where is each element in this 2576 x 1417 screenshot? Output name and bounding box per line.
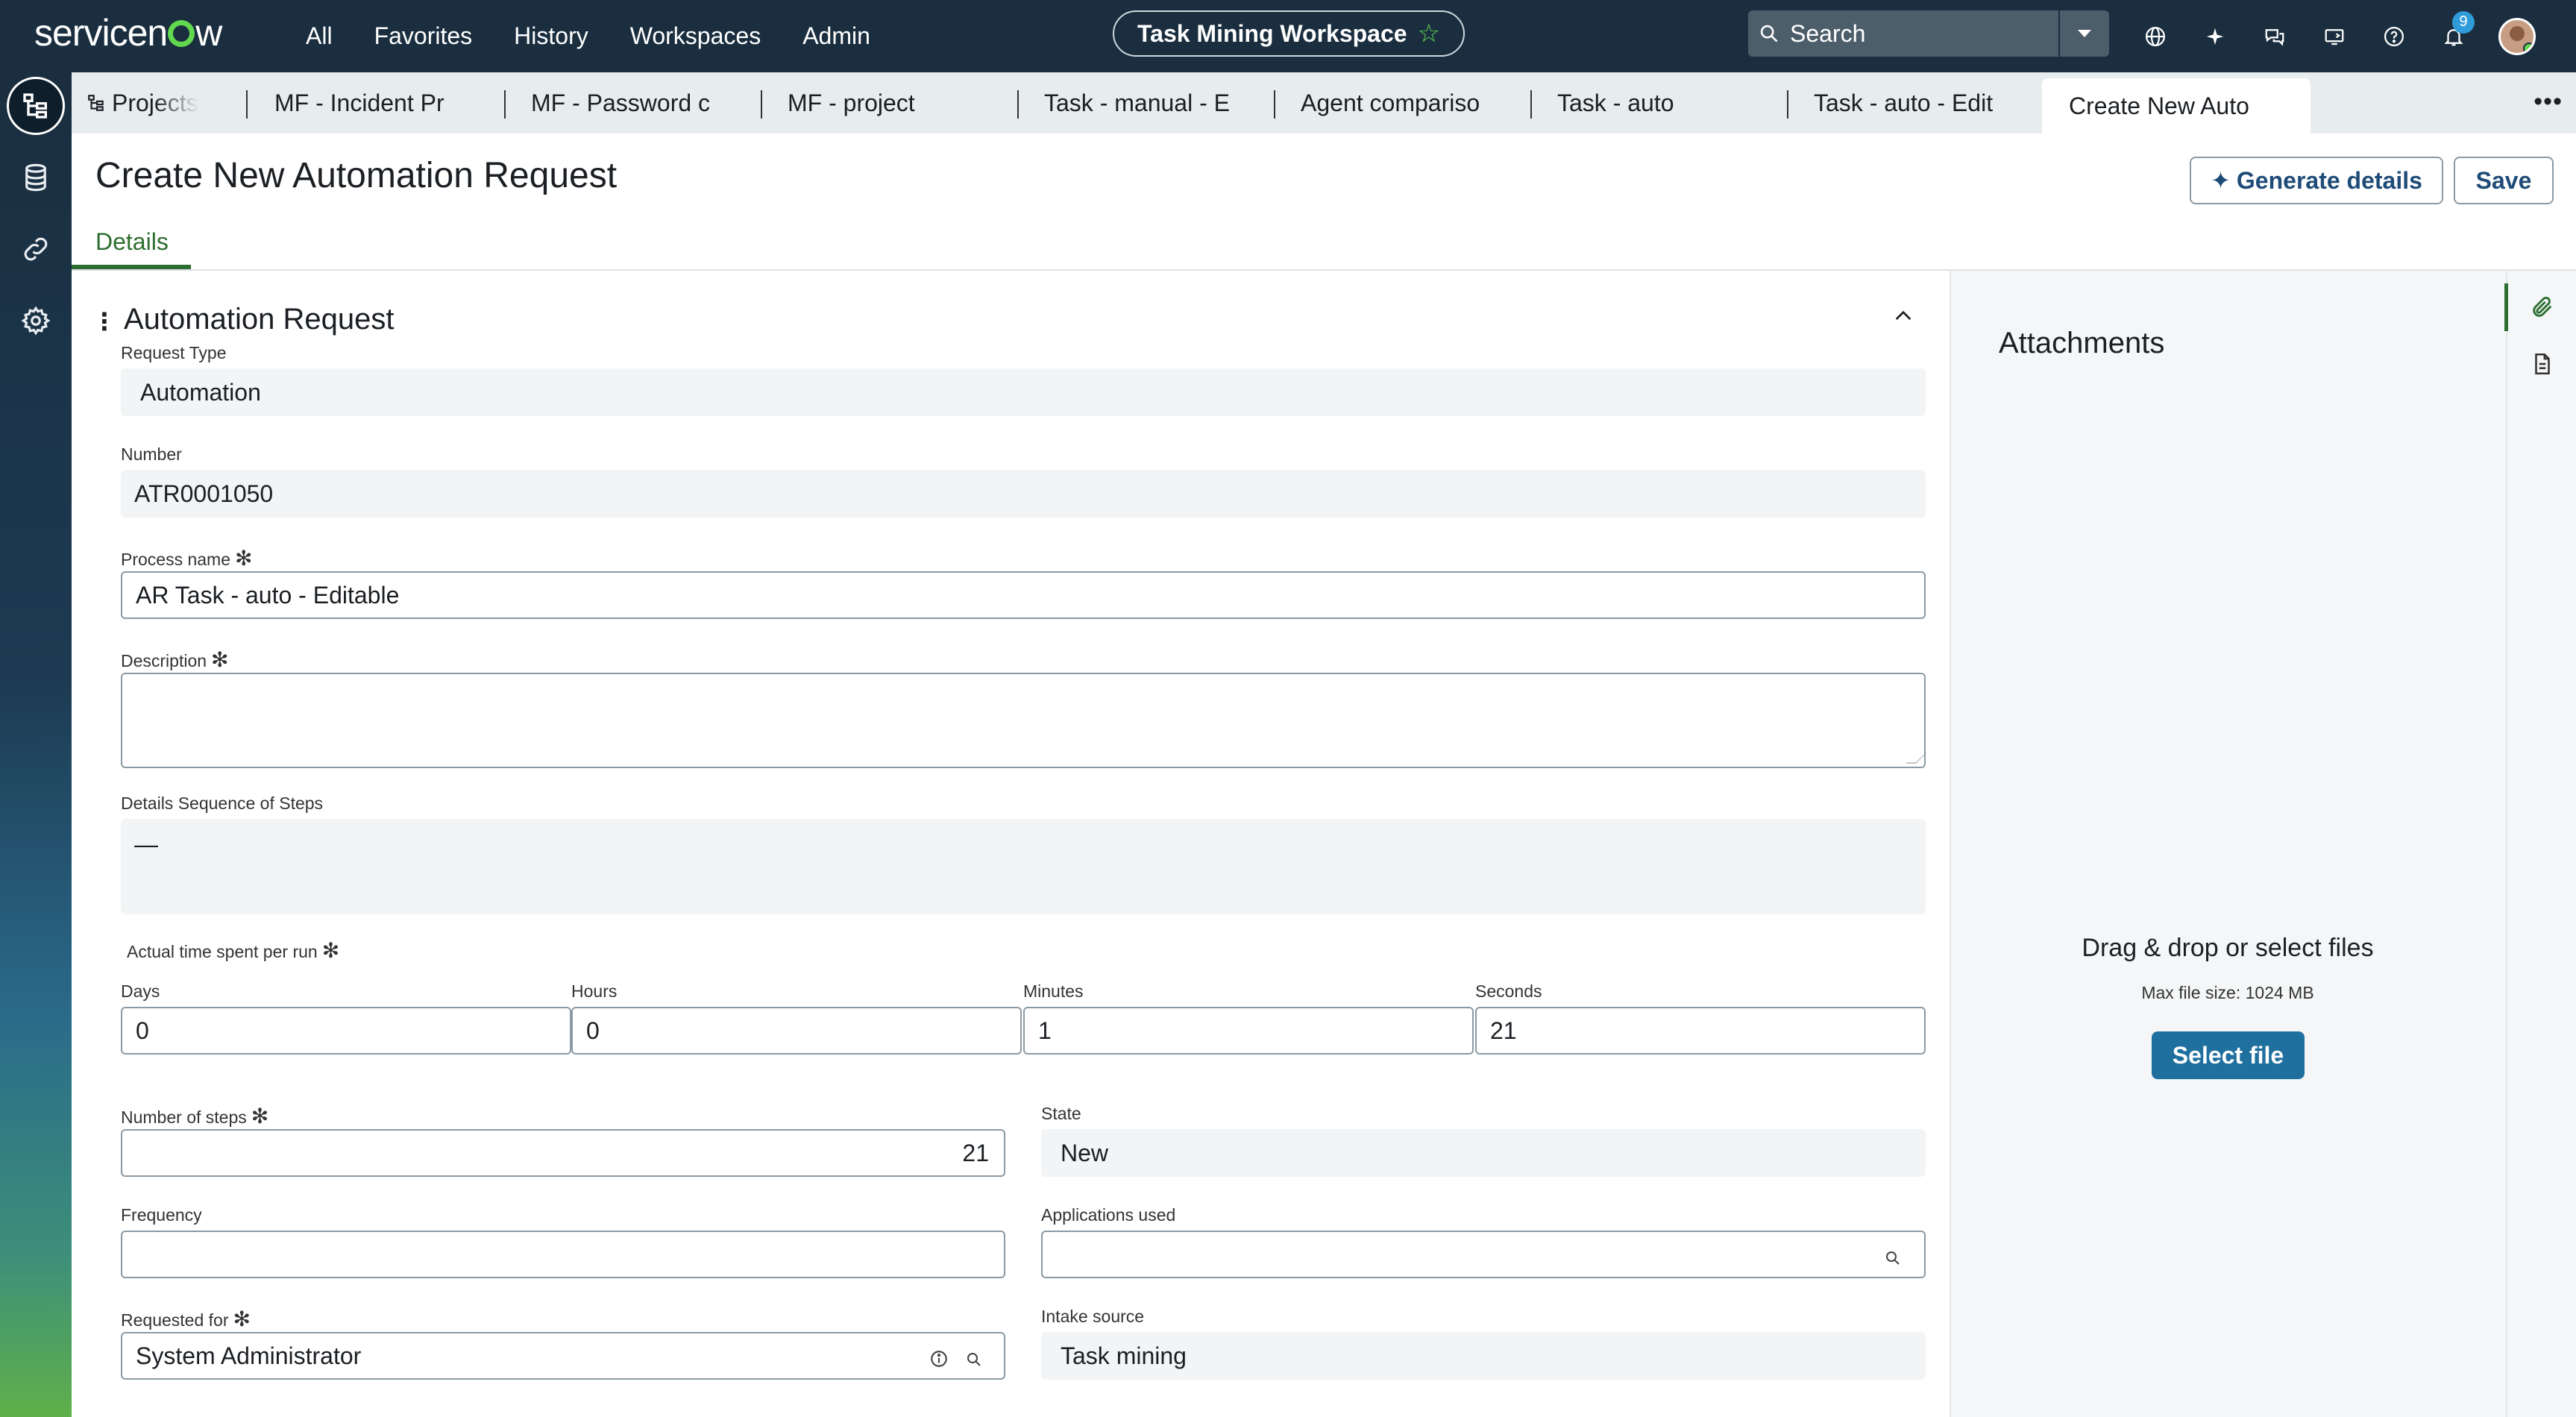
- search-icon[interactable]: [965, 1347, 983, 1374]
- page-title: Create New Automation Request: [95, 156, 618, 195]
- max-file-size: Max file size: 1024 MB: [2141, 983, 2314, 1002]
- frequency-label: Frequency: [121, 1205, 202, 1225]
- notifications-bell-icon[interactable]: 9: [2439, 10, 2475, 51]
- tab-mf-password[interactable]: MF - Password c: [531, 72, 782, 133]
- help-icon[interactable]: [2379, 22, 2409, 51]
- select-file-button[interactable]: Select file: [2152, 1031, 2305, 1079]
- state-field: New: [1041, 1129, 1926, 1177]
- process-name-input[interactable]: AR Task - auto - Editable: [121, 571, 1926, 619]
- workspace-tab-bar: Projects MF - Incident Pr MF - Password …: [72, 72, 2576, 133]
- info-icon[interactable]: [929, 1347, 949, 1374]
- search-icon[interactable]: [1884, 1245, 1902, 1273]
- workspace-name: Task Mining Workspace: [1137, 19, 1407, 47]
- section-title: Automation Request: [124, 303, 395, 336]
- nav-item-admin[interactable]: Admin: [802, 22, 870, 50]
- days-label: Days: [121, 981, 160, 1001]
- hours-input[interactable]: 0: [571, 1007, 1022, 1055]
- tab-mf-project[interactable]: MF - project: [788, 72, 1038, 133]
- tab-task-auto-edit[interactable]: Task - auto - Edit: [1814, 72, 2045, 133]
- tab-mf-incident[interactable]: MF - Incident Pr: [274, 72, 525, 133]
- database-icon[interactable]: [0, 145, 72, 210]
- document-icon[interactable]: [2530, 351, 2555, 380]
- link-icon[interactable]: [0, 217, 72, 281]
- section-more-icon[interactable]: ⋮: [92, 307, 116, 336]
- globe-icon[interactable]: [2140, 22, 2170, 51]
- attachments-title: Attachments: [1999, 327, 2165, 359]
- workspace-pill[interactable]: Task Mining Workspace ☆: [1113, 10, 1465, 57]
- chat-icon[interactable]: [2260, 22, 2290, 51]
- nav-item-all[interactable]: All: [306, 22, 333, 50]
- servicenow-logo[interactable]: servicen w: [34, 10, 222, 55]
- gear-icon[interactable]: [0, 289, 72, 353]
- requested-for-label: Requested for ✻: [121, 1307, 251, 1330]
- applications-used-input[interactable]: [1041, 1231, 1926, 1278]
- attachments-panel: [1950, 271, 2506, 1417]
- description-label: Description ✻: [121, 648, 229, 671]
- number-label: Number: [121, 444, 182, 464]
- sparkle-icon: ✦: [2211, 167, 2231, 194]
- contextual-side-rail: [2506, 271, 2576, 1417]
- nav-item-favorites[interactable]: Favorites: [374, 22, 473, 50]
- global-search[interactable]: Search: [1748, 10, 2109, 57]
- tab-details[interactable]: Details: [95, 228, 169, 256]
- tab-agent-comparison[interactable]: Agent compariso: [1301, 72, 1551, 133]
- tab-create-new-automation[interactable]: Create New Auto: [2042, 78, 2310, 133]
- notification-count-badge: 9: [2452, 10, 2475, 34]
- screen-sharing-icon[interactable]: [2319, 22, 2349, 51]
- tab-projects[interactable]: Projects: [87, 72, 198, 133]
- details-sequence-field: —: [121, 819, 1926, 914]
- number-of-steps-input[interactable]: 21: [121, 1129, 1005, 1177]
- user-avatar[interactable]: [2498, 17, 2536, 55]
- drop-zone-text: Drag & drop or select files: [2082, 934, 2374, 962]
- chevron-up-icon[interactable]: [1891, 304, 1915, 332]
- nav-item-history[interactable]: History: [514, 22, 588, 50]
- hierarchy-icon: [88, 95, 104, 111]
- request-type-label: Request Type: [121, 343, 227, 362]
- seconds-input[interactable]: 21: [1475, 1007, 1926, 1055]
- time-spent-label: Actual time spent per run ✻: [127, 939, 340, 962]
- state-label: State: [1041, 1104, 1081, 1123]
- sidebar-item-hierarchy[interactable]: [0, 74, 72, 138]
- search-placeholder: Search: [1790, 19, 1866, 47]
- days-input[interactable]: 0: [121, 1007, 571, 1055]
- left-sidebar: [0, 72, 72, 1417]
- hours-label: Hours: [571, 981, 618, 1001]
- number-field: ATR0001050: [121, 470, 1926, 518]
- description-textarea[interactable]: [121, 673, 1926, 768]
- nav-menu: All Favorites History Workspaces Admin: [306, 0, 870, 72]
- search-icon: [1748, 23, 1790, 44]
- minutes-input[interactable]: 1: [1023, 1007, 1474, 1055]
- requested-for-input[interactable]: System Administrator: [121, 1332, 1005, 1380]
- frequency-input[interactable]: [121, 1231, 1005, 1278]
- nav-item-workspaces[interactable]: Workspaces: [630, 22, 761, 50]
- more-tabs-icon[interactable]: •••: [2533, 87, 2563, 116]
- header-icons: 9: [2140, 0, 2536, 72]
- sparkle-icon[interactable]: [2200, 22, 2230, 51]
- tab-task-manual[interactable]: Task - manual - E: [1044, 72, 1295, 133]
- seconds-label: Seconds: [1475, 981, 1542, 1001]
- save-button[interactable]: Save: [2454, 157, 2554, 204]
- details-sequence-label: Details Sequence of Steps: [121, 794, 324, 813]
- paperclip-icon[interactable]: [2530, 295, 2555, 324]
- tab-task-auto[interactable]: Task - auto: [1557, 72, 1808, 133]
- request-type-field: Automation: [121, 368, 1926, 416]
- top-navigation: servicen w All Favorites History Workspac…: [0, 0, 2576, 72]
- search-scope-dropdown-icon[interactable]: [2060, 10, 2109, 57]
- active-rail-indicator: [2504, 283, 2508, 331]
- intake-source-field: Task mining: [1041, 1332, 1926, 1380]
- generate-details-button[interactable]: ✦ Generate details: [2190, 157, 2443, 204]
- minutes-label: Minutes: [1023, 981, 1084, 1001]
- intake-source-label: Intake source: [1041, 1307, 1145, 1326]
- applications-used-label: Applications used: [1041, 1205, 1176, 1225]
- process-name-label: Process name ✻: [121, 547, 253, 570]
- star-icon[interactable]: ☆: [1418, 19, 1440, 48]
- number-of-steps-label: Number of steps ✻: [121, 1105, 269, 1128]
